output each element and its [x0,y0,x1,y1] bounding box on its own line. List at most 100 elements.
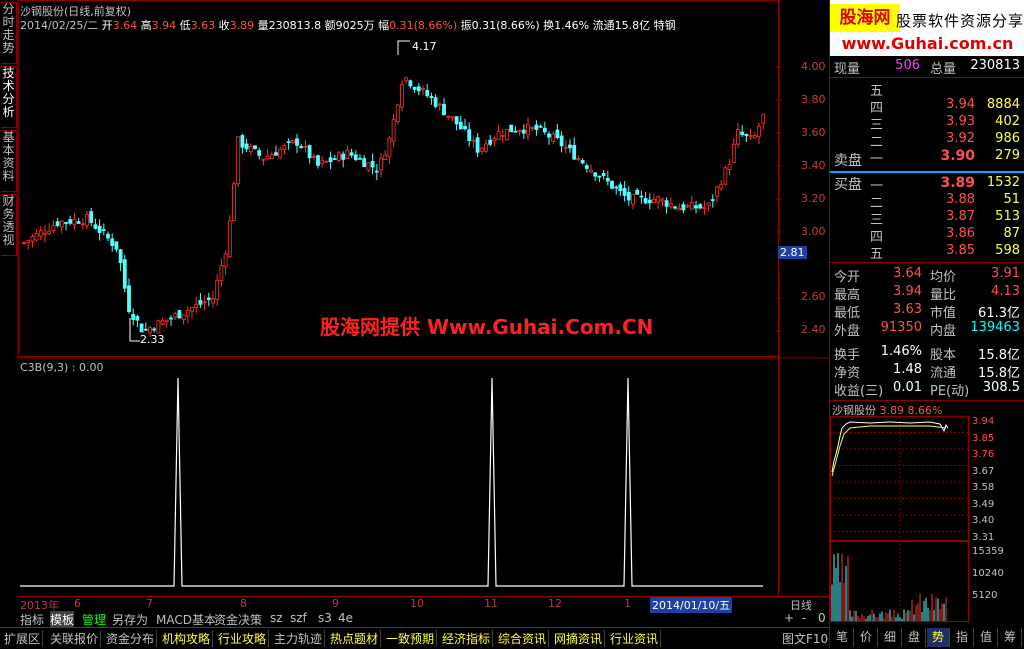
xianliang-value: 506 [895,58,920,73]
nav-hot-topics[interactable]: 热点题材 [328,630,382,647]
bid-volume: 513 [995,209,1020,224]
candle-body [593,172,598,177]
candle-body [106,233,110,239]
bid-row[interactable]: 一 3.89 1532 [830,175,1024,194]
candle-body [253,145,257,149]
right-tab[interactable]: 值 [975,628,998,647]
candle-body [358,157,362,160]
ask-row[interactable]: 四 3.94 8884 [830,97,1024,116]
candle-body [736,129,740,145]
candle-body [757,126,761,137]
toolbar-s3[interactable]: s3 [318,611,332,625]
candle-body [740,131,745,136]
bid-row[interactable]: 四 3.86 87 [830,226,1024,245]
toolbar-template[interactable]: 模板 [50,611,75,628]
zoom-in-button[interactable]: + [784,611,794,625]
right-tab[interactable]: 指 [951,628,974,647]
toolbar-manage[interactable]: 管理 [82,611,106,628]
nav-consensus[interactable]: 一致预期 [384,630,438,647]
nav-industry-news[interactable]: 行业资讯 [608,630,662,647]
candle-body [681,204,686,211]
stat-row: 今开 3.64 均价 3.91 [830,266,1024,285]
toolbar-szf[interactable]: szf [290,611,307,625]
zoom-reset-button[interactable]: 0 [818,611,826,625]
bid-row[interactable]: 五 3.85 598 [830,243,1024,262]
candle-body [26,240,31,243]
candle-body [143,328,148,331]
chart-toolbar: 指标 模板 管理 另存为 MACD基本 资金决策 sz szf s3 4e + … [18,610,829,628]
candle-body [584,165,589,169]
stat-row: 换手 1.46% 股本 15.8亿 [830,344,1024,363]
right-tab[interactable]: 细 [879,628,902,647]
bid-row[interactable]: 三 3.87 513 [830,209,1024,228]
candle-body [610,180,614,189]
right-tab[interactable]: 盘 [903,628,926,647]
bid-row[interactable]: 二 3.88 51 [830,192,1024,211]
candle-body [761,113,766,124]
ask-row[interactable]: 三 3.93 402 [830,114,1024,133]
candle-body [307,145,312,159]
kline-chart[interactable]: 沙钢股份(日线,前复权) 2014/02/25/二 开3.64 高3.94 低3… [18,0,829,596]
nav-general-news[interactable]: 综合资讯 [496,630,550,647]
right-tab[interactable]: 势 [927,628,950,647]
candle-body [673,206,677,209]
tab-financial[interactable]: 财务透视 [1,194,17,256]
right-tab[interactable]: 价 [855,628,878,647]
toolbar-indicator[interactable]: 指标 [20,611,44,628]
candle-body [631,193,635,205]
stat-value: 15.8亿 [978,366,1020,381]
toolbar-fund-decision[interactable]: 资金决策 [214,611,262,628]
candle-body [43,232,47,235]
nav-digest-news[interactable]: 网摘资讯 [552,630,606,647]
candle-body [551,133,556,142]
info-vol: 230813.8 [268,19,322,32]
price-tick: 3.00 [801,225,826,238]
candle-body [202,301,207,304]
info-float-label: 流通 [592,19,615,32]
zoom-out-button[interactable]: - [802,611,806,625]
ask-row[interactable]: 二 3.92 986 [830,131,1024,150]
chart-info-bar: 2014/02/25/二 开3.64 高3.94 低3.63 收3.89 量23… [20,17,676,33]
stat-value: 139463 [970,320,1020,335]
tab-fundamentals[interactable]: 基本资料 [1,130,17,192]
nav-f10[interactable]: 图文F10 [780,630,830,647]
candle-body [530,126,535,129]
candle-body [215,279,220,300]
date-tick: 12 [548,597,562,610]
toolbar-save-as[interactable]: 另存为 [112,611,148,628]
watermark-text: 股海网提供 Www.Guhai.Com.CN [320,315,654,339]
toolbar-macd[interactable]: MACD基本 [156,611,216,628]
nav-econ-index[interactable]: 经济指标 [440,630,494,647]
nav-ext-area[interactable]: 扩展区 [2,630,44,647]
nav-fund-distribution[interactable]: 资金分布 [104,630,158,647]
candle-body [345,149,350,159]
low-marker-line [129,318,140,342]
right-tab[interactable]: 筹 [999,628,1022,647]
candle-body [568,144,572,149]
candle-body [374,170,379,173]
nav-industry-strategy[interactable]: 行业攻略 [216,630,270,647]
zongliang-value: 230813 [970,58,1020,73]
tab-intraday[interactable]: 分时走势 [1,2,17,64]
candle-body [572,145,577,160]
info-close-label: 收 [218,19,230,32]
candle-body [626,191,631,201]
candle-body [597,175,602,178]
stat-value: 15.8亿 [978,348,1020,363]
right-tab[interactable]: 笔 [831,628,854,647]
nav-related-quote[interactable]: 关联报价 [48,630,102,647]
nav-inst-strategy[interactable]: 机构攻略 [160,630,214,647]
candle-body [395,104,400,123]
nav-main-track[interactable]: 主力轨迹 [272,630,326,647]
ask-row[interactable]: 五 [830,80,1024,99]
xianliang-label: 现量 [834,62,861,77]
candle-body [127,285,131,313]
candle-body [80,223,85,226]
candle-body [559,135,564,147]
tab-technical[interactable]: 技术分析 [1,66,17,128]
mini-price-tick: 3.31 [972,531,995,543]
stat-value: 4.13 [991,284,1020,299]
toolbar-sz[interactable]: sz [270,611,283,625]
candle-body [278,148,283,158]
toolbar-4e[interactable]: 4e [338,611,353,625]
